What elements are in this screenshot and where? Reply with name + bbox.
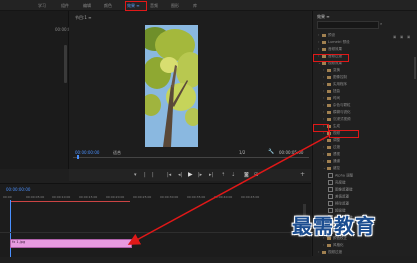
watermark-logo: 最需教育: [292, 214, 376, 238]
